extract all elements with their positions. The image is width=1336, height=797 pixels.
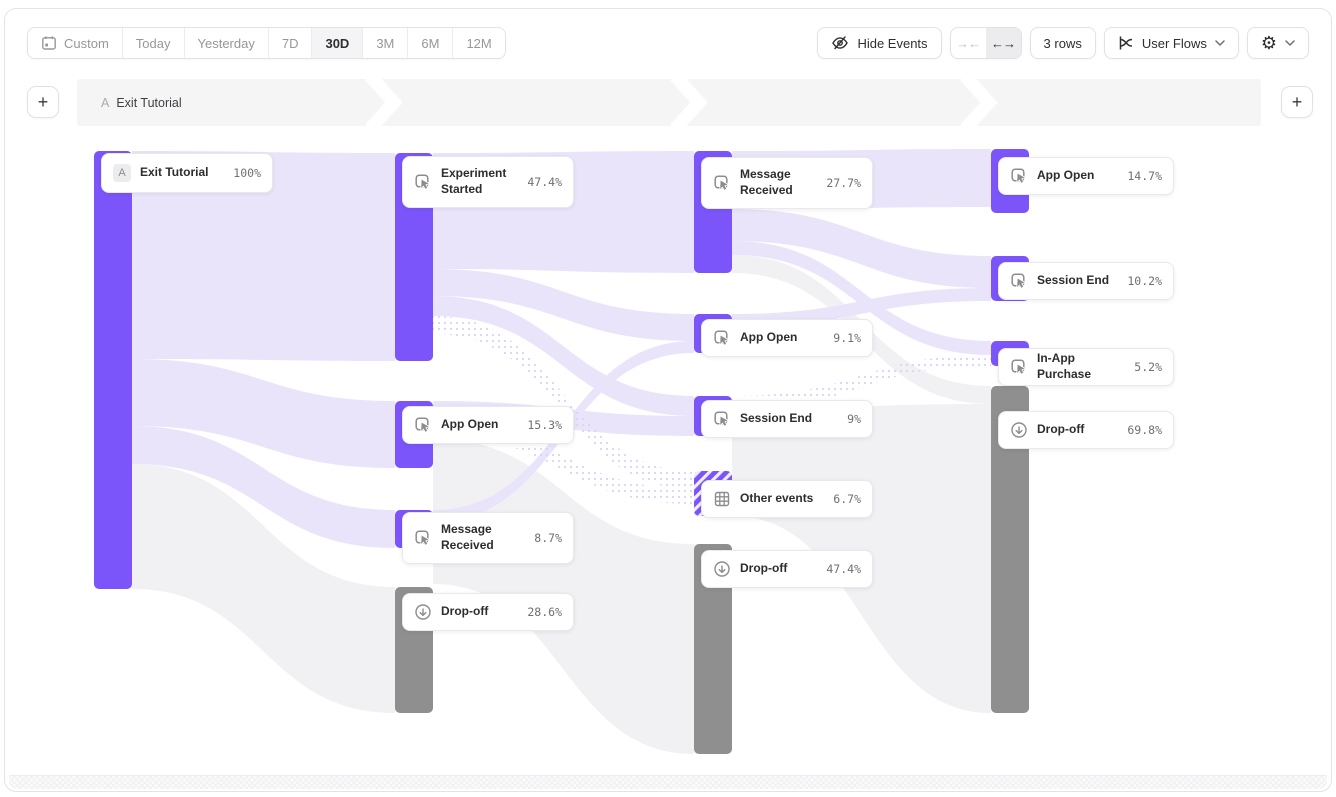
node-percent: 6.7% [833, 492, 861, 506]
node-percent: 69.8% [1127, 423, 1162, 437]
user-flows-panel: Custom Today Yesterday 7D 30D 3M 6M 12M … [4, 8, 1332, 792]
node-percent: 15.3% [527, 418, 562, 432]
event-icon [713, 174, 731, 192]
event-icon [414, 416, 432, 434]
node-percent: 5.2% [1134, 360, 1162, 374]
node-percent: 8.7% [534, 531, 562, 545]
node-percent: 10.2% [1127, 274, 1162, 288]
step-a-badge: A [113, 164, 131, 182]
grid-icon [713, 490, 731, 508]
node-card-in-app-purchase-step4[interactable]: In-App Purchase 5.2% [998, 348, 1174, 386]
event-icon [1010, 272, 1028, 290]
dropoff-icon [713, 560, 731, 578]
node-card-dropoff-step4[interactable]: Drop-off 69.8% [998, 411, 1174, 449]
node-card-experiment-started[interactable]: Experiment Started 47.4% [402, 156, 574, 208]
node-label: App Open [441, 417, 518, 433]
node-card-app-open-step4[interactable]: App Open 14.7% [998, 157, 1174, 195]
node-card-app-open-step3[interactable]: App Open 9.1% [701, 319, 873, 357]
event-icon [414, 173, 432, 191]
node-label: App Open [1037, 168, 1118, 184]
node-label: Drop-off [441, 604, 518, 620]
dropoff-icon [1010, 421, 1028, 439]
node-label: Message Received [740, 167, 817, 198]
node-card-message-received-step2[interactable]: Message Received 8.7% [402, 512, 574, 564]
event-icon [1010, 358, 1028, 376]
node-label: App Open [740, 330, 824, 346]
node-percent: 9% [847, 412, 861, 426]
node-card-session-end-step4[interactable]: Session End 10.2% [998, 262, 1174, 300]
sankey-diagram [5, 9, 1332, 792]
event-icon [713, 329, 731, 347]
node-percent: 9.1% [833, 331, 861, 345]
node-label: Session End [740, 411, 838, 427]
event-icon [414, 529, 432, 547]
node-label: Other events [740, 491, 824, 507]
node-card-exit-tutorial[interactable]: A Exit Tutorial 100% [101, 153, 273, 193]
node-card-dropoff-step3[interactable]: Drop-off 47.4% [701, 550, 873, 588]
node-card-session-end-step3[interactable]: Session End 9% [701, 400, 873, 438]
node-percent: 47.4% [826, 562, 861, 576]
node-percent: 100% [233, 166, 261, 180]
node-card-other-events-step3[interactable]: Other events 6.7% [701, 480, 873, 518]
node-label: Message Received [441, 522, 525, 553]
node-label: Session End [1037, 273, 1118, 289]
node-card-message-received-step3[interactable]: Message Received 27.7% [701, 157, 873, 209]
node-card-dropoff-step2[interactable]: Drop-off 28.6% [402, 593, 574, 631]
node-label: Drop-off [740, 561, 817, 577]
node-percent: 47.4% [527, 175, 562, 189]
event-icon [1010, 167, 1028, 185]
node-card-app-open-step2[interactable]: App Open 15.3% [402, 406, 574, 444]
bar-exit-tutorial[interactable] [94, 151, 132, 589]
node-label: Drop-off [1037, 422, 1118, 438]
node-label: In-App Purchase [1037, 351, 1125, 382]
node-percent: 27.7% [826, 176, 861, 190]
dropoff-icon [414, 603, 432, 621]
node-label: Experiment Started [441, 166, 518, 197]
event-icon [713, 410, 731, 428]
node-percent: 28.6% [527, 605, 562, 619]
node-percent: 14.7% [1127, 169, 1162, 183]
node-label: Exit Tutorial [140, 165, 224, 181]
